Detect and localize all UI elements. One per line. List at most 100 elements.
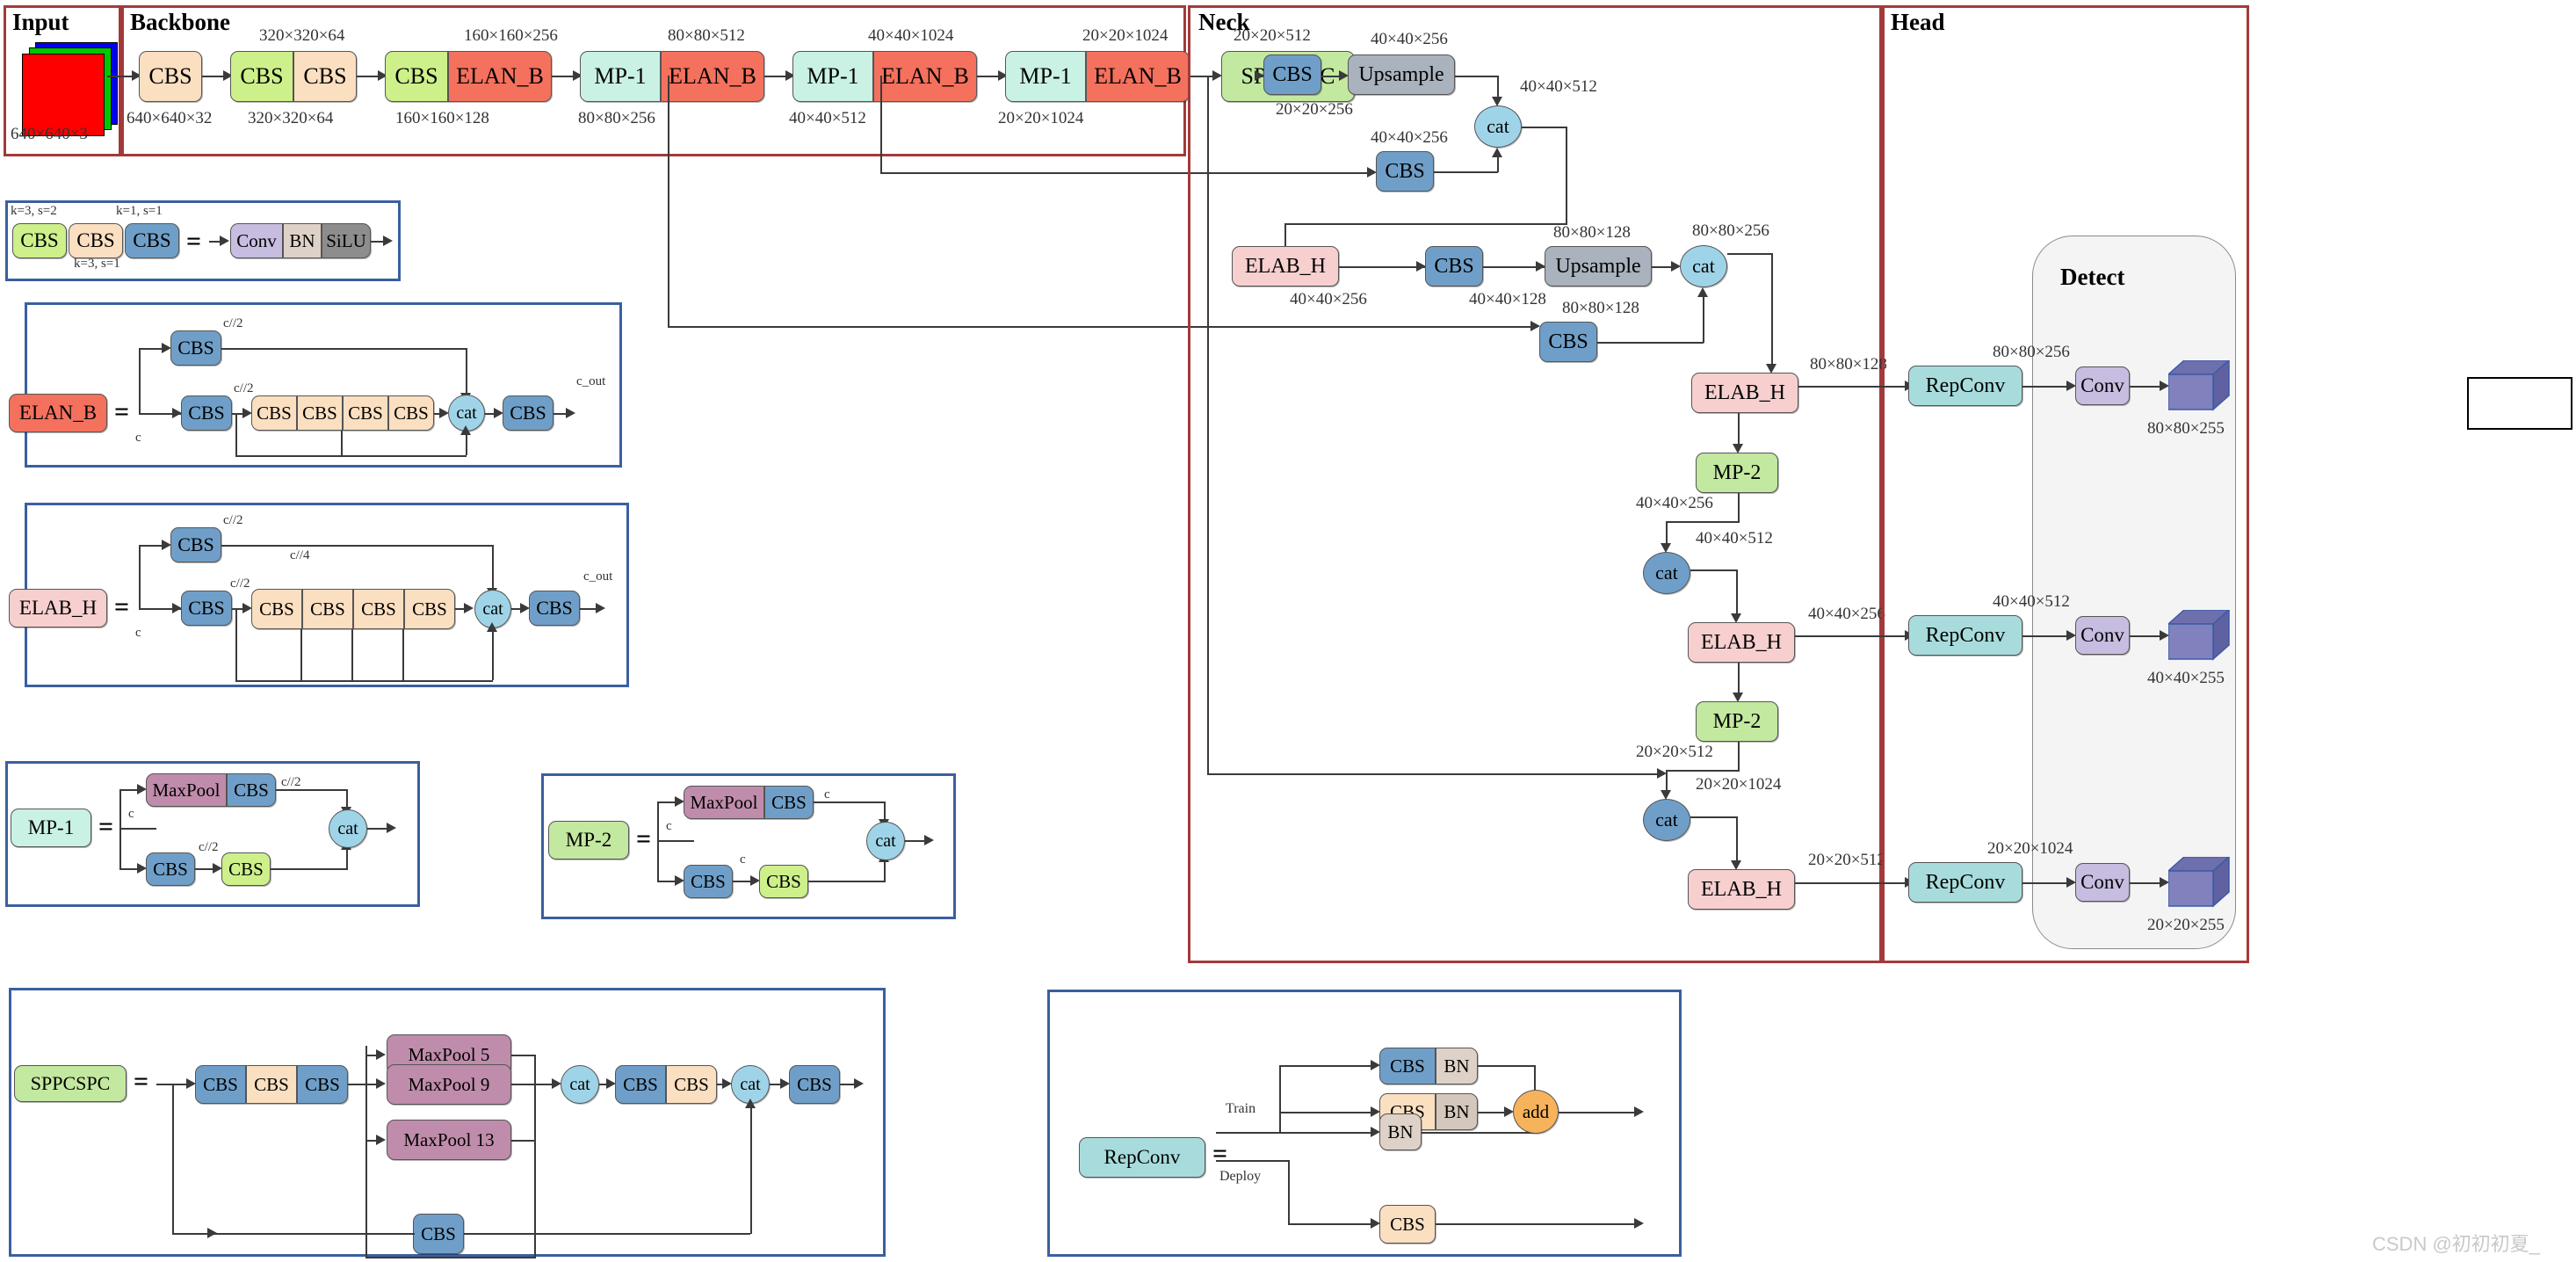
backbone-node-cbs-3[interactable]: CBS bbox=[385, 51, 448, 102]
legend-elanb-out-cbs[interactable]: CBS bbox=[503, 395, 554, 431]
legend-mp2-bot-cbs-1[interactable]: CBS bbox=[684, 865, 733, 898]
legend-cbs-silu[interactable]: SiLU bbox=[322, 223, 371, 258]
legend-mp2-maxpool[interactable]: MaxPool bbox=[684, 786, 764, 819]
legend-sppcspc-out-cbs[interactable]: CBS bbox=[789, 1065, 840, 1104]
legend-sppcspc-mid-0[interactable]: CBS bbox=[615, 1065, 666, 1104]
legend-elabh-chain-3[interactable]: CBS bbox=[404, 589, 455, 629]
neck-node-cat-4[interactable]: cat bbox=[1643, 799, 1690, 841]
legend-mp2-top-cbs[interactable]: CBS bbox=[764, 786, 814, 819]
legend-mp2-name[interactable]: MP-2 bbox=[548, 821, 629, 859]
neck-node-cbs-1[interactable]: CBS bbox=[1263, 54, 1321, 95]
legend-elabh-chain-2[interactable]: CBS bbox=[353, 589, 404, 629]
legend-repconv-train-v bbox=[1279, 1065, 1281, 1132]
legend-elanb-top-out bbox=[221, 348, 467, 350]
legend-repconv-name[interactable]: RepConv bbox=[1079, 1137, 1205, 1178]
neck-node-elabh-4[interactable]: ELAB_H bbox=[1688, 869, 1795, 910]
neck-node-cat-2[interactable]: cat bbox=[1680, 245, 1727, 287]
legend-elabh-name[interactable]: ELAB_H bbox=[9, 589, 107, 627]
head-node-repconv-3[interactable]: RepConv bbox=[1908, 862, 2022, 903]
legend-elanb-name[interactable]: ELAN_B bbox=[9, 394, 107, 432]
backbone-node-elanb-3[interactable]: ELAN_B bbox=[1086, 51, 1190, 102]
legend-sppcspc-pool-1[interactable]: MaxPool 9 bbox=[387, 1064, 511, 1105]
neck-node-mp2-1[interactable]: MP-2 bbox=[1696, 453, 1778, 493]
head-label-out-2: 40×40×255 bbox=[2147, 669, 2225, 687]
legend-repconv-b3-bn[interactable]: BN bbox=[1379, 1113, 1422, 1150]
neck-label-cbs2-top: 40×40×256 bbox=[1371, 128, 1448, 147]
legend-elanb-chain-1[interactable]: CBS bbox=[297, 395, 343, 431]
legend-cbs-block-green[interactable]: CBS bbox=[12, 223, 67, 258]
head-node-conv-2[interactable]: Conv bbox=[2075, 616, 2130, 655]
legend-repconv-add[interactable]: add bbox=[1513, 1090, 1559, 1134]
backbone-node-elanb-2[interactable]: ELAN_B bbox=[873, 51, 977, 102]
legend-sppcspc-mid-1[interactable]: CBS bbox=[666, 1065, 717, 1104]
legend-elanb-chain-0[interactable]: CBS bbox=[251, 395, 297, 431]
legend-repconv-b2-bn[interactable]: BN bbox=[1436, 1093, 1478, 1130]
legend-repconv-b1-bn[interactable]: BN bbox=[1436, 1048, 1478, 1084]
legend-elabh-out-cbs[interactable]: CBS bbox=[529, 591, 580, 626]
legend-cbs-bn[interactable]: BN bbox=[283, 223, 322, 258]
legend-cbs-expand-label: SiLU bbox=[326, 229, 366, 251]
legend-elabh-top-cbs[interactable]: CBS bbox=[170, 527, 221, 562]
legend-elabh-chain-0[interactable]: CBS bbox=[251, 589, 302, 629]
legend-sppcspc-pre-0[interactable]: CBS bbox=[195, 1065, 246, 1104]
legend-mp2-cat[interactable]: cat bbox=[866, 822, 905, 860]
neck-node-cat-3[interactable]: cat bbox=[1643, 552, 1690, 594]
head-node-conv-1[interactable]: Conv bbox=[2075, 366, 2130, 405]
neck-node-elabh-1[interactable]: ELAB_H bbox=[1232, 246, 1339, 286]
legend-elanb-top-cbs[interactable]: CBS bbox=[170, 330, 221, 366]
neck-node-mp2-2[interactable]: MP-2 bbox=[1696, 701, 1778, 742]
backbone-node-cbs-2[interactable]: CBS bbox=[293, 51, 357, 102]
neck-node-elabh-3[interactable]: ELAB_H bbox=[1688, 622, 1795, 663]
backbone-node-elanb-0[interactable]: ELAN_B bbox=[448, 51, 552, 102]
legend-mp1-bot-cbs-1[interactable]: CBS bbox=[146, 852, 195, 886]
legend-mp2-bot-cbs-2[interactable]: CBS bbox=[759, 865, 808, 898]
backbone-node-cbs-0[interactable]: CBS bbox=[139, 51, 202, 102]
legend-elabh-cbs-label: CBS bbox=[188, 597, 225, 619]
legend-sppcspc-pre-1[interactable]: CBS bbox=[246, 1065, 297, 1104]
legend-sppcspc-skip-cbs[interactable]: CBS bbox=[413, 1214, 464, 1254]
neck-node-upsample-1[interactable]: Upsample bbox=[1348, 54, 1455, 95]
neck-node-label: cat bbox=[1692, 255, 1715, 277]
neck-node-label: MP-2 bbox=[1712, 461, 1762, 484]
legend-sppcspc-mid-label: CBS bbox=[674, 1073, 709, 1095]
head-node-repconv-1[interactable]: RepConv bbox=[1908, 366, 2022, 406]
neck-node-upsample-2[interactable]: Upsample bbox=[1545, 246, 1652, 286]
neck-node-elabh-2[interactable]: ELAB_H bbox=[1691, 373, 1798, 413]
legend-cbs-block-peach[interactable]: CBS bbox=[69, 223, 123, 258]
legend-sppcspc-cat-1[interactable]: cat bbox=[561, 1065, 599, 1104]
legend-elanb-chain-3[interactable]: CBS bbox=[388, 395, 434, 431]
neck-node-cat-1[interactable]: cat bbox=[1474, 105, 1522, 148]
backbone-node-elanb-1[interactable]: ELAN_B bbox=[661, 51, 764, 102]
legend-repconv-b1-cbs[interactable]: CBS bbox=[1379, 1048, 1436, 1084]
arrow-cbs2-cat1 bbox=[1492, 148, 1502, 157]
legend-elabh-chain-1[interactable]: CBS bbox=[302, 589, 353, 629]
legend-sppcspc-pre-2[interactable]: CBS bbox=[297, 1065, 348, 1104]
legend-mp1-bot-cbs-2[interactable]: CBS bbox=[221, 852, 271, 886]
legend-cbs-conv[interactable]: Conv bbox=[230, 223, 283, 258]
legend-mp1-cat[interactable]: cat bbox=[329, 809, 367, 848]
backbone-node-label: MP-1 bbox=[1019, 63, 1072, 89]
backbone-node-cbs-1[interactable]: CBS bbox=[230, 51, 293, 102]
legend-sppcspc-pool-2[interactable]: MaxPool 13 bbox=[387, 1120, 511, 1160]
backbone-node-mp1-0[interactable]: MP-1 bbox=[580, 51, 661, 102]
section-title-head: Head bbox=[1891, 9, 1945, 35]
head-node-repconv-2[interactable]: RepConv bbox=[1908, 615, 2022, 656]
neck-node-cbs-2[interactable]: CBS bbox=[1376, 151, 1434, 192]
backbone-node-label: CBS bbox=[303, 63, 347, 89]
legend-elabh-main-cbs[interactable]: CBS bbox=[181, 591, 232, 626]
legend-repconv-deploy-cbs[interactable]: CBS bbox=[1379, 1205, 1436, 1244]
legend-elanb-chain-2[interactable]: CBS bbox=[343, 395, 388, 431]
backbone-node-mp1-1[interactable]: MP-1 bbox=[792, 51, 873, 102]
backbone-node-mp1-2[interactable]: MP-1 bbox=[1005, 51, 1086, 102]
neck-node-cbs-3[interactable]: CBS bbox=[1425, 246, 1483, 286]
legend-cbs-block-blue[interactable]: CBS bbox=[125, 223, 179, 258]
head-node-conv-3[interactable]: Conv bbox=[2075, 863, 2130, 902]
neck-node-cbs-4[interactable]: CBS bbox=[1539, 322, 1597, 362]
legend-mp1-name[interactable]: MP-1 bbox=[11, 809, 91, 847]
legend-mp1-top-cbs[interactable]: CBS bbox=[227, 773, 276, 807]
legend-sppcspc-name[interactable]: SPPCSPC bbox=[14, 1065, 127, 1102]
legend-sppcspc-pre-label: CBS bbox=[203, 1073, 238, 1095]
legend-elabh-tap4-v bbox=[402, 629, 404, 680]
legend-mp1-maxpool[interactable]: MaxPool bbox=[146, 773, 227, 807]
legend-elanb-main-cbs[interactable]: CBS bbox=[181, 395, 232, 431]
